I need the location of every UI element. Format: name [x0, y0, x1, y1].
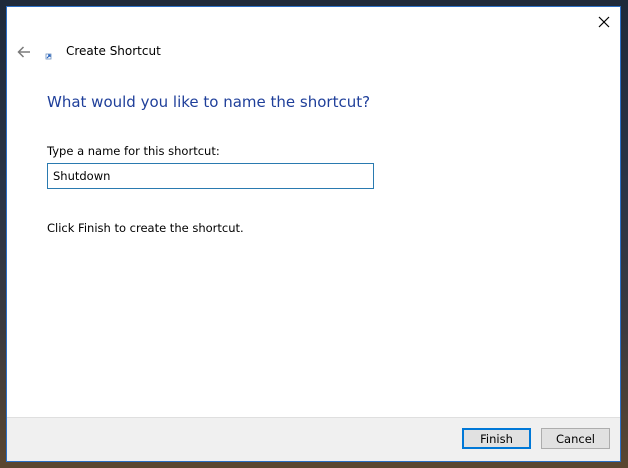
finish-instruction: Click Finish to create the shortcut.	[47, 221, 244, 235]
shortcut-name-input[interactable]	[47, 163, 374, 189]
create-shortcut-dialog: Create Shortcut What would you like to n…	[6, 6, 621, 462]
dialog-footer: Finish Cancel	[7, 417, 620, 461]
main-instruction: What would you like to name the shortcut…	[47, 93, 371, 111]
close-icon	[598, 16, 610, 28]
cancel-button[interactable]: Cancel	[541, 428, 610, 449]
back-button[interactable]	[15, 43, 33, 61]
shortcut-name-label: Type a name for this shortcut:	[47, 144, 220, 158]
finish-button[interactable]: Finish	[462, 428, 531, 449]
back-arrow-icon	[17, 46, 30, 58]
wizard-header: Create Shortcut	[7, 41, 620, 63]
wizard-title: Create Shortcut	[66, 44, 161, 58]
close-button[interactable]	[588, 7, 620, 37]
shortcut-icon	[45, 47, 55, 60]
